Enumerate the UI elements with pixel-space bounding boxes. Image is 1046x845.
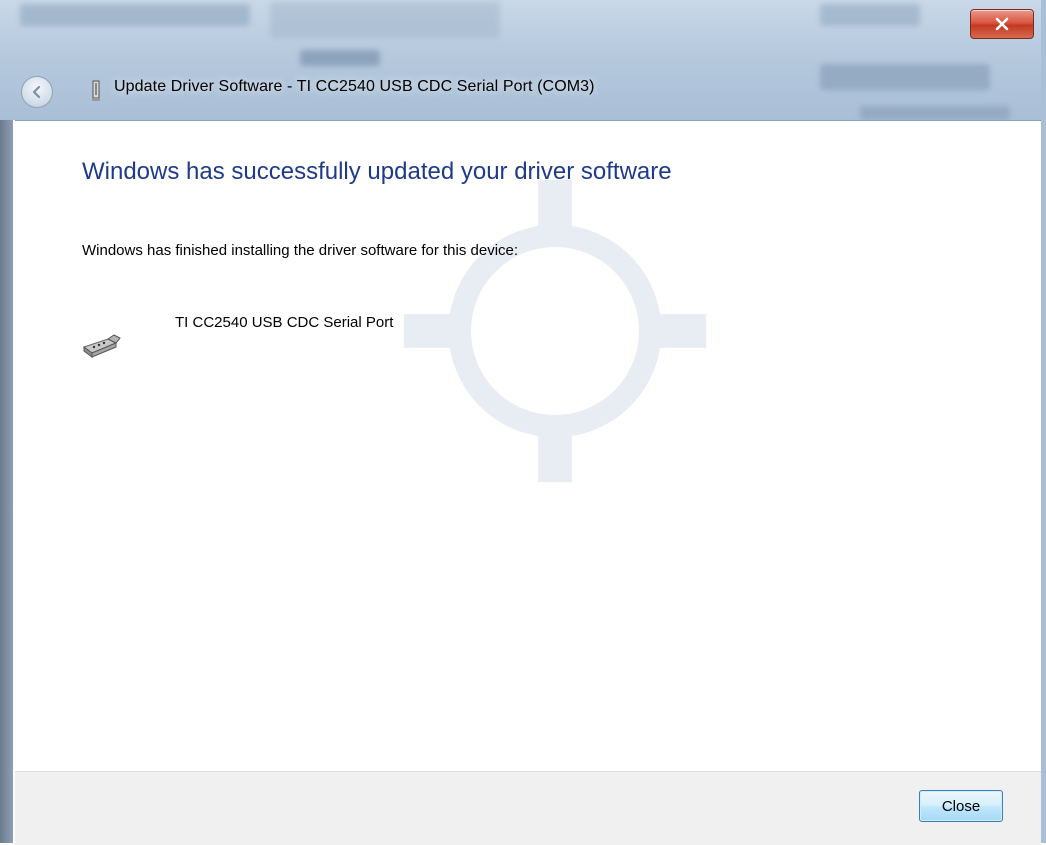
background-window-blur <box>20 4 250 26</box>
dialog-content: Windows has successfully updated your dr… <box>15 120 1041 845</box>
background-window-blur <box>820 64 990 90</box>
left-window-edge <box>0 0 13 843</box>
serial-port-icon <box>82 334 121 358</box>
background-window-blur <box>300 50 380 66</box>
background-window-blur <box>860 106 1010 120</box>
background-window-blur <box>270 2 500 38</box>
install-message: Windows has finished installing the driv… <box>82 242 519 259</box>
back-arrow-icon <box>32 85 41 99</box>
title-bar: Update Driver Software - TI CC2540 USB C… <box>0 0 1046 120</box>
dialog-footer: Close <box>15 771 1041 845</box>
back-button[interactable] <box>21 76 53 108</box>
close-button[interactable]: Close <box>919 790 1003 822</box>
window-close-button[interactable] <box>970 9 1034 39</box>
watermark-gear-icon <box>403 179 707 483</box>
background-window-blur <box>820 4 920 26</box>
close-x-icon <box>995 17 1009 31</box>
right-window-edge <box>1041 0 1046 843</box>
device-name: TI CC2540 USB CDC Serial Port <box>175 314 394 331</box>
success-heading: Windows has successfully updated your dr… <box>82 158 672 185</box>
device-title-icon <box>92 80 100 101</box>
window-title: Update Driver Software - TI CC2540 USB C… <box>114 78 595 95</box>
